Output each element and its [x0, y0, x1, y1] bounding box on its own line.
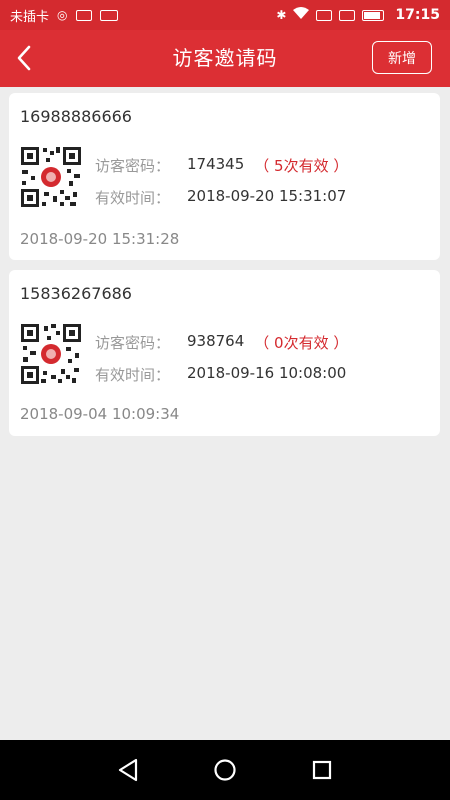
password-label: 访客密码： [95, 334, 171, 352]
status-time: 17:15 [395, 7, 440, 23]
valid-times: （ 0次有效 ） [254, 334, 349, 352]
add-invite-button[interactable]: 新增 [372, 41, 432, 74]
invite-card[interactable]: 16988886666 访客密码： 174345 （ 5次有效 ） 有效时间： … [9, 93, 440, 260]
wifi-icon [293, 7, 310, 23]
nav-home-button[interactable] [205, 750, 245, 790]
password-row: 访客密码： 938764 （ 0次有效 ） [95, 332, 348, 353]
battery-icon [362, 9, 385, 21]
system-nav-bar [0, 740, 450, 800]
valid-time-label: 有效时间： [95, 366, 171, 384]
valid-time-row: 有效时间： 2018-09-20 15:31:07 [95, 187, 346, 208]
password-value: 938764 [187, 332, 245, 350]
password-row: 访客密码： 174345 （ 5次有效 ） [95, 155, 348, 176]
qr-code-icon[interactable] [20, 146, 82, 208]
invite-card[interactable]: 15836267686 访客密码： 938764 （ 0次有效 ） 有效时间： … [9, 270, 440, 436]
password-label: 访客密码： [95, 157, 171, 175]
created-time: 2018-09-04 10:09:34 [20, 405, 180, 423]
password-value: 174345 [187, 155, 245, 173]
valid-time-value: 2018-09-20 15:31:07 [187, 187, 347, 205]
sim-missing-icon: ◎ [57, 8, 68, 22]
created-time: 2018-09-20 15:31:28 [20, 230, 180, 248]
home-circle-icon [214, 759, 236, 781]
valid-time-label: 有效时间： [95, 189, 171, 207]
valid-time-row: 有效时间： 2018-09-16 10:08:00 [95, 364, 346, 385]
sim2-icon [339, 9, 356, 21]
bluetooth-icon: ✱ [276, 8, 287, 22]
nav-recents-button[interactable] [302, 750, 342, 790]
valid-times: （ 5次有效 ） [254, 157, 349, 175]
status-bar: 未插卡 ◎ ✱ 17:15 [0, 0, 450, 30]
keyboard-icon [99, 9, 118, 21]
recents-square-icon [312, 760, 331, 780]
app-header: 访客邀请码 新增 [0, 30, 450, 87]
back-triangle-icon [119, 758, 138, 782]
qr-code-icon[interactable] [20, 323, 82, 385]
sim1-icon [316, 9, 333, 21]
image-icon [75, 9, 92, 21]
nav-back-button[interactable] [108, 750, 148, 790]
invite-phone: 16988886666 [20, 107, 132, 126]
carrier-text: 未插卡 [10, 9, 50, 25]
valid-time-value: 2018-09-16 10:08:00 [187, 364, 347, 382]
invite-phone: 15836267686 [20, 284, 132, 303]
